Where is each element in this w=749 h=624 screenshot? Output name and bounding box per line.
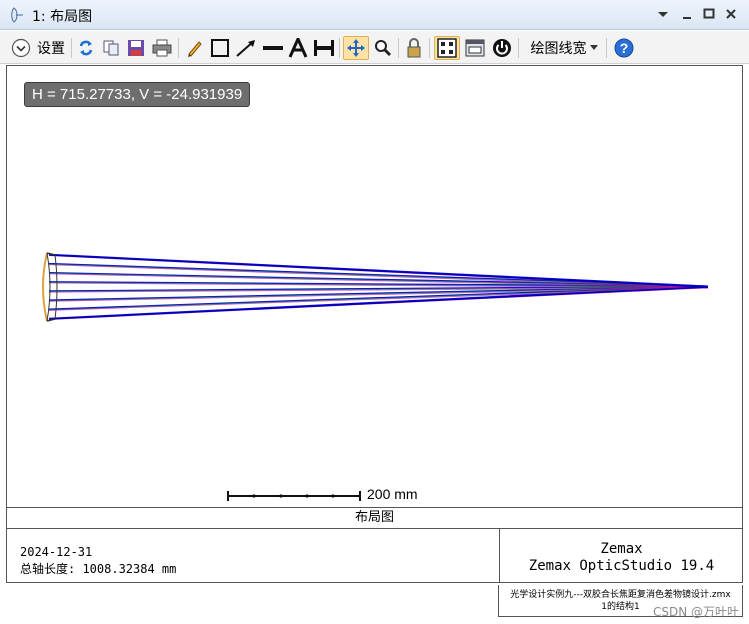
svg-text:?: ? (620, 40, 629, 56)
pencil-icon (188, 41, 202, 57)
total-axial-length: 总轴长度: 1008.32384 mm (20, 562, 177, 576)
window-title: 1: 布局图 (32, 9, 93, 25)
lens-edge-bottom (46, 318, 56, 322)
zemax-app-icon (11, 7, 23, 23)
maximize-icon[interactable] (701, 6, 717, 22)
lens-edge-top (46, 252, 56, 256)
info-block-right: Zemax Zemax OpticStudio 19.4 (499, 529, 742, 583)
cursor-coordinate-readout: H = 715.27733, V = -24.931939 (24, 82, 251, 107)
ray-fan (48, 253, 709, 320)
help-icon: ? (614, 38, 634, 58)
power-reset-icon (493, 39, 511, 57)
settings-label: 设置 (37, 41, 65, 57)
save-icon (128, 40, 144, 56)
text-tool-button[interactable] (287, 36, 309, 60)
rectangle-tool-button[interactable] (209, 36, 231, 60)
refresh-button[interactable] (75, 36, 97, 60)
print-button[interactable] (150, 36, 174, 60)
info-block-left: 2024-12-31 总轴长度: 1008.32384 mm (7, 529, 499, 583)
toolbar-separator (606, 38, 607, 58)
line-tool-button[interactable] (261, 36, 285, 60)
scale-bar (227, 491, 361, 501)
reset-button[interactable] (490, 36, 514, 60)
toolbar-separator (518, 38, 519, 58)
dimension-tool-button[interactable] (312, 36, 336, 60)
lock-icon (407, 38, 421, 58)
line-width-dropdown[interactable]: 绘图线宽 (526, 36, 602, 60)
text-a-icon (288, 38, 308, 58)
toolbar-separator (429, 38, 430, 58)
layout-plot-area[interactable]: H = 715.27733, V = -24.931939 200 mm 布局图… (6, 65, 743, 583)
copy-icon (103, 40, 119, 56)
optical-layout-drawing (42, 252, 709, 501)
toolbar-separator (398, 38, 399, 58)
save-button[interactable] (125, 36, 147, 60)
fit-view-button[interactable] (434, 36, 460, 60)
window-title-bar: 1: 布局图 (0, 0, 749, 30)
help-button[interactable]: ? (612, 36, 636, 60)
pencil-tool-button[interactable] (184, 36, 206, 60)
line-icon (263, 46, 283, 50)
plot-date: 2024-12-31 (20, 545, 93, 559)
close-icon[interactable] (723, 6, 739, 22)
arrow-icon (236, 40, 255, 57)
toolbar-separator (71, 38, 72, 58)
toolbar-separator (178, 38, 179, 58)
minimize-icon[interactable] (679, 6, 695, 22)
dimension-icon (314, 40, 334, 56)
lock-button[interactable] (403, 36, 425, 60)
window-layout-icon (465, 39, 485, 57)
chevron-down-circle-icon (11, 38, 31, 58)
window-menu-dropdown-icon[interactable] (655, 6, 671, 22)
company-name: Zemax (600, 541, 643, 557)
toolbar-separator (339, 38, 340, 58)
rectangle-icon (211, 39, 229, 57)
pan-move-icon (347, 39, 365, 57)
watermark: CSDN @万叶叶 (652, 605, 739, 619)
chevron-down-icon (589, 45, 598, 50)
printer-icon (152, 39, 172, 57)
copy-button[interactable] (100, 36, 122, 60)
zoom-button[interactable] (372, 36, 394, 60)
plot-caption: 布局图 (7, 507, 742, 529)
lens-element (42, 252, 48, 322)
refresh-icon (79, 40, 93, 56)
line-width-label: 绘图线宽 (530, 41, 587, 57)
window-layout-button[interactable] (463, 36, 487, 60)
arrow-tool-button[interactable] (234, 36, 258, 60)
product-name: Zemax OpticStudio 19.4 (528, 558, 715, 574)
scale-bar-label: 200 mm (367, 486, 418, 502)
fit-view-icon (437, 38, 457, 58)
magnifier-icon (375, 40, 392, 57)
toolbar: 设置 绘图线宽 ? (0, 31, 749, 64)
pan-tool-button[interactable] (343, 36, 369, 60)
settings-button[interactable]: 设置 (6, 36, 70, 60)
